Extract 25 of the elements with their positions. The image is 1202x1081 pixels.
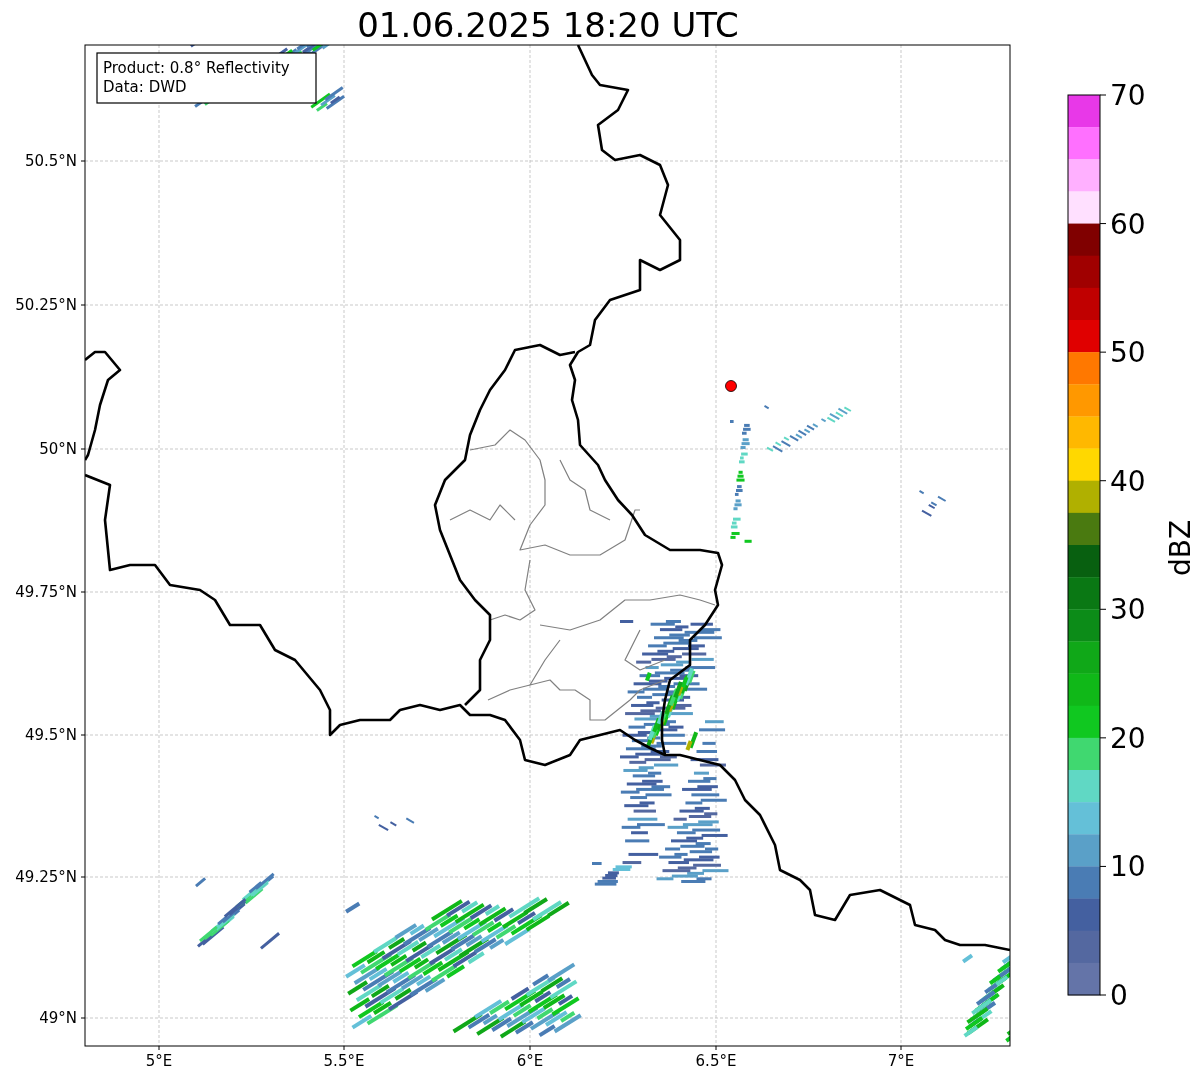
colorbar-tick-label: 70: [1110, 79, 1146, 112]
longitude-label: 6°E: [516, 1052, 544, 1070]
info-text: Data: DWD: [103, 78, 187, 96]
longitude-label: 6.5°E: [695, 1052, 737, 1070]
colorbar-tick-label: 0: [1110, 979, 1128, 1012]
colorbar-tick-label: 40: [1110, 464, 1146, 498]
longitude-label: 5°E: [145, 1052, 173, 1070]
colorbar-tick-label: 60: [1110, 207, 1146, 241]
longitude-label: 5.5°E: [323, 1052, 365, 1070]
colorbar-tick-label: 20: [1110, 721, 1146, 755]
colorbar-tick-label: 10: [1110, 850, 1146, 884]
latitude-label: 50.5°N: [24, 152, 77, 170]
latitude-label: 49.75°N: [15, 583, 77, 601]
latitude-label: 50°N: [39, 440, 77, 458]
latitude-label: 49.5°N: [24, 726, 77, 744]
radar-site-marker: [725, 380, 737, 392]
colorbar-title: dBZ: [1164, 519, 1197, 577]
info-text: Product: 0.8° Reflectivity: [103, 59, 290, 77]
latitude-label: 49.25°N: [15, 868, 77, 886]
latitude-label: 49°N: [39, 1009, 77, 1027]
latitude-label: 50.25°N: [15, 296, 77, 314]
colorbar-tick-label: 50: [1110, 336, 1146, 370]
chart-title: 01.06.2025 18:20 UTC: [357, 5, 739, 45]
longitude-label: 7°E: [887, 1052, 915, 1070]
colorbar-tick-label: 30: [1110, 593, 1146, 627]
